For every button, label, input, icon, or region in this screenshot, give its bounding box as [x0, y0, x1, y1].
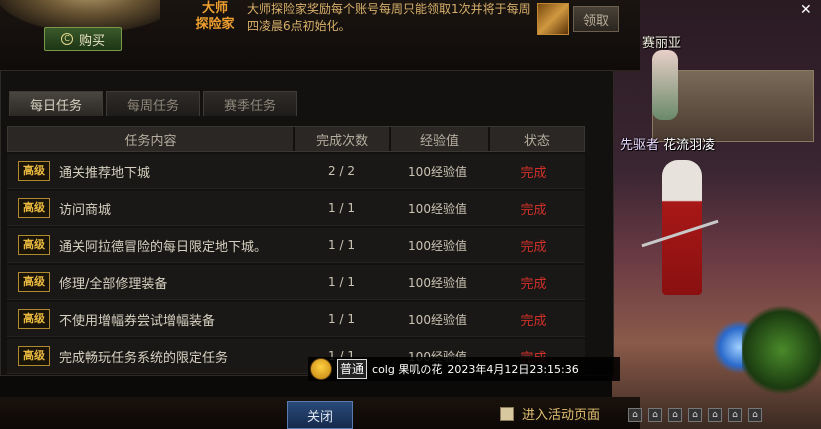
reward-banner: C 购买 大师 探险家 大师探险家奖励每个账号每周只能领取1次并将于每周四凌晨6…	[0, 0, 640, 71]
task-name: 完成畅玩任务系统的限定任务	[59, 350, 229, 366]
grade-badge: 高级	[18, 161, 50, 181]
tab-season[interactable]: 赛季任务	[203, 91, 297, 116]
lock-icon: ⌂	[748, 408, 762, 422]
lock-icon: ⌂	[688, 408, 702, 422]
header-count: 完成次数	[295, 127, 392, 151]
table-row: 高级 不使用增幅券尝试增幅装备 1 / 1 100经验值 完成	[7, 302, 585, 337]
npc-seria-sprite[interactable]	[652, 50, 678, 120]
chat-message[interactable]: 普通 colg 果叽の花 2023年4月12日23:15:36	[308, 357, 620, 381]
task-cell: 高级 完成畅玩任务系统的限定任务	[7, 346, 294, 366]
task-cell: 高级 通关推荐地下城	[7, 161, 294, 181]
player-name: 花流羽凌	[663, 138, 716, 153]
task-name: 不使用增幅券尝试增幅装备	[59, 313, 216, 329]
activity-page-link[interactable]: 进入活动页面	[500, 404, 600, 423]
rank-title-line1: 大师	[201, 1, 228, 16]
count-cell: 1 / 1	[328, 201, 355, 215]
rank-emblem-icon	[0, 0, 160, 30]
lock-icon: ⌂	[648, 408, 662, 422]
npc-name-seria: 赛丽亚	[642, 36, 682, 51]
header-task: 任务内容	[8, 127, 295, 151]
chat-timestamp: 2023年4月12日23:15:36	[447, 363, 579, 376]
count-cell: 2 / 2	[328, 164, 355, 178]
buff-icons: ⌂ ⌂ ⌂ ⌂ ⌂ ⌂ ⌂	[628, 408, 762, 422]
task-cell: 高级 修理/全部修理装备	[7, 272, 294, 292]
task-name: 访问商城	[59, 202, 112, 218]
lock-icon: ⌂	[708, 408, 722, 422]
table-row: 高级 通关阿拉德冒险的每日限定地下城。 1 / 1 100经验值 完成	[7, 228, 585, 263]
status-cell: 完成	[520, 165, 547, 181]
table-row: 高级 访问商城 1 / 1 100经验值 完成	[7, 191, 585, 226]
rank-title: 大师 探险家	[190, 1, 240, 33]
grade-badge: 高级	[18, 346, 50, 366]
buy-button[interactable]: C 购买	[44, 27, 122, 51]
grade-badge: 高级	[18, 235, 50, 255]
lock-icon: ⌂	[668, 408, 682, 422]
grade-badge: 高级	[18, 272, 50, 292]
exp-cell: 100经验值	[408, 312, 467, 327]
close-button[interactable]: 关闭	[287, 401, 353, 429]
coin-icon: C	[60, 33, 73, 45]
quest-panel: 每日任务 每周任务 赛季任务 任务内容 完成次数 经验值 状态 高级 通关推荐地下…	[0, 70, 614, 376]
scene-close-icon[interactable]: ✕	[800, 2, 812, 18]
exp-cell: 100经验值	[408, 238, 467, 253]
player-title: 先驱者	[620, 138, 660, 153]
buy-label: 购买	[78, 33, 105, 49]
vine-effect	[742, 300, 821, 400]
table-row: 高级 修理/全部修理装备 1 / 1 100经验值 完成	[7, 265, 585, 300]
table-row: 高级 通关推荐地下城 2 / 2 100经验值 完成	[7, 154, 585, 189]
rank-description: 大师探险家奖励每个账号每周只能领取1次并将于每周四凌晨6点初始化。	[247, 2, 531, 33]
quest-tabs: 每日任务 每周任务 赛季任务	[9, 91, 297, 116]
tab-weekly[interactable]: 每周任务	[106, 91, 200, 116]
grade-badge: 高级	[18, 198, 50, 218]
document-icon	[500, 406, 514, 421]
table-header: 任务内容 完成次数 经验值 状态	[7, 126, 585, 152]
status-cell: 完成	[520, 239, 547, 255]
exp-cell: 100经验值	[408, 275, 467, 290]
chat-channel[interactable]: 普通	[337, 359, 368, 379]
lock-icon: ⌂	[628, 408, 642, 422]
emoji-face-icon	[310, 358, 332, 380]
reward-item-icon[interactable]	[537, 3, 569, 35]
count-cell: 1 / 1	[328, 312, 355, 326]
task-cell: 高级 访问商城	[7, 198, 294, 218]
grade-badge: 高级	[18, 309, 50, 329]
quest-table: 任务内容 完成次数 经验值 状态 高级 通关推荐地下城 2 / 2 100经验值 …	[7, 126, 585, 374]
status-cell: 完成	[520, 313, 547, 329]
rank-title-line2: 探险家	[195, 17, 235, 32]
task-name: 通关推荐地下城	[59, 165, 151, 181]
player-name-label: 先驱者 花流羽凌	[620, 134, 715, 153]
activity-label: 进入活动页面	[522, 408, 601, 423]
game-scene	[612, 0, 821, 429]
task-name: 通关阿拉德冒险的每日限定地下城。	[59, 239, 268, 255]
status-cell: 完成	[520, 202, 547, 218]
header-exp: 经验值	[391, 127, 490, 151]
claim-button[interactable]: 领取	[573, 6, 619, 32]
tab-daily[interactable]: 每日任务	[9, 91, 103, 116]
lock-icon: ⌂	[728, 408, 742, 422]
exp-cell: 100经验值	[408, 201, 467, 216]
task-cell: 高级 通关阿拉德冒险的每日限定地下城。	[7, 235, 294, 255]
task-cell: 高级 不使用增幅券尝试增幅装备	[7, 309, 294, 329]
task-name: 修理/全部修理装备	[59, 276, 168, 292]
header-status: 状态	[523, 133, 550, 149]
count-cell: 1 / 1	[328, 238, 355, 252]
chat-sender[interactable]: colg 果叽の花	[372, 361, 442, 377]
count-cell: 1 / 1	[328, 275, 355, 289]
status-cell: 完成	[520, 276, 547, 292]
exp-cell: 100经验值	[408, 164, 467, 179]
